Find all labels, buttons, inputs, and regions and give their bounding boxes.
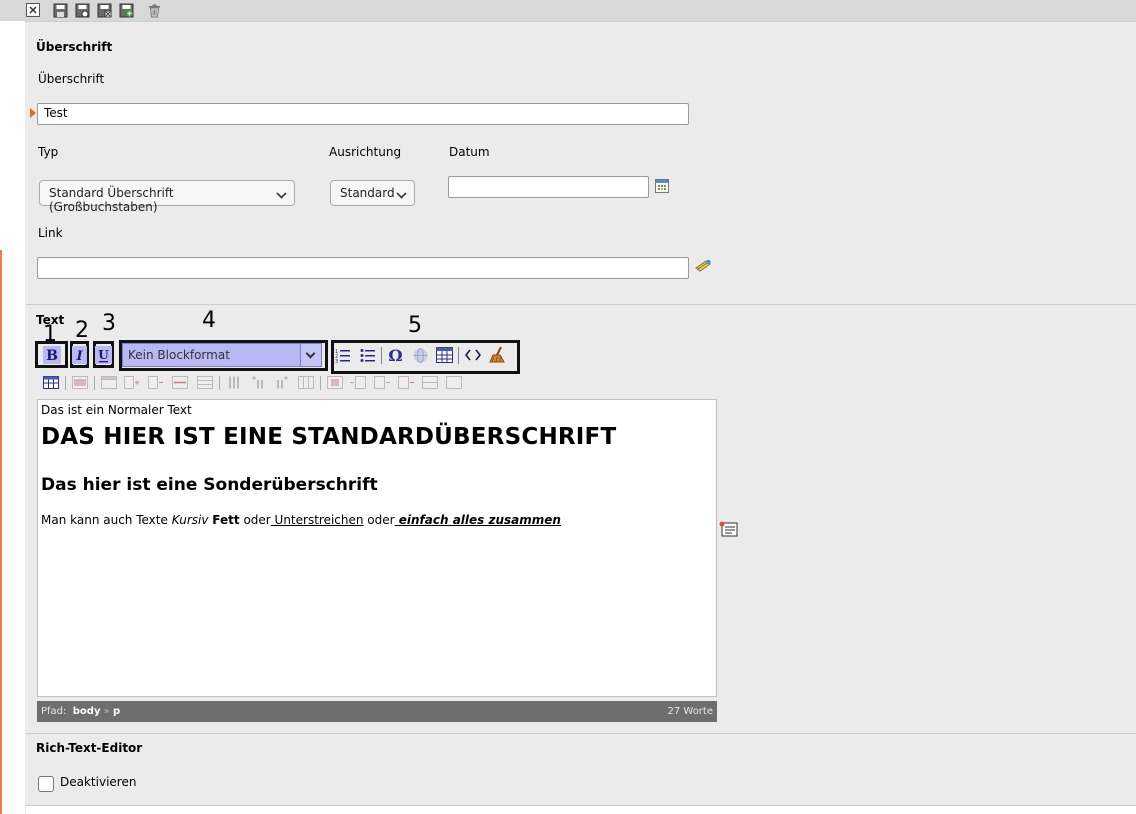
save-icon[interactable] (53, 3, 68, 18)
section-divider (26, 304, 1136, 305)
chevron-down-icon (276, 188, 287, 199)
save-view-icon[interactable] (75, 3, 90, 18)
toolbar-separator (320, 376, 321, 390)
svg-text:3: 3 (335, 359, 338, 363)
editor-text-italic: Kursiv (171, 513, 209, 527)
editor-text-bold: Fett (212, 513, 240, 527)
editor-heading-standard: DAS HIER IST EINE STANDARDÜBERSCHRIFT (41, 424, 617, 450)
link-label: Link (38, 226, 63, 240)
cell-split-icon[interactable] (446, 376, 462, 389)
left-strip (0, 21, 25, 814)
special-character-icon[interactable]: Ω (387, 346, 404, 364)
date-input[interactable] (448, 176, 649, 198)
row-split-icon[interactable] (197, 376, 213, 389)
alignment-select-value: Standard (340, 186, 395, 200)
toolbar-separator (381, 347, 382, 364)
rte-section-title: Rich-Text-Editor (36, 741, 143, 755)
toolbar-separator (65, 376, 66, 390)
editor-statusbar: Pfad: body » p 27 Worte (37, 701, 717, 722)
column-insert-after-icon[interactable] (274, 376, 290, 389)
type-select-value: Standard Überschrift (Großbuchstaben) (49, 186, 174, 214)
column-insert-before-icon[interactable] (250, 376, 266, 389)
editor-text-all-styles: einfach alles zusammen (394, 513, 561, 527)
table-row-properties-icon[interactable] (72, 376, 88, 389)
insert-link-icon[interactable] (412, 347, 429, 364)
type-select[interactable]: Standard Überschrift (Großbuchstaben) (39, 180, 295, 214)
word-count: 27 Worte (667, 706, 713, 717)
close-icon[interactable] (26, 3, 41, 18)
cell-delete-icon[interactable] (398, 376, 414, 389)
editor-text-or: oder (239, 513, 271, 527)
table-properties-icon[interactable] (43, 376, 59, 389)
path-p[interactable]: p (113, 706, 120, 717)
rich-text-editor-area[interactable]: Das ist ein Normaler Text DAS HIER IST E… (37, 399, 717, 697)
cell-insert-before-icon[interactable] (350, 376, 366, 389)
cell-merge-icon[interactable] (422, 376, 438, 389)
save-close-icon[interactable] (97, 3, 112, 18)
italic-button[interactable]: I (72, 346, 87, 364)
editor-text-plain: Man kann auch Texte (41, 513, 172, 527)
calendar-icon[interactable] (655, 179, 669, 193)
svg-text:B: B (46, 348, 58, 364)
type-label: Typ (38, 145, 59, 159)
ordered-list-icon[interactable]: 123 (335, 347, 351, 363)
link-wizard-icon[interactable] (695, 259, 712, 273)
toolbar-separator (458, 347, 459, 364)
disable-rte-label[interactable]: Deaktivieren (60, 775, 136, 789)
alignment-select[interactable]: Standard (330, 180, 415, 206)
bottom-margin (26, 806, 1136, 814)
column-delete-icon[interactable] (298, 376, 314, 389)
editor-paragraph-normal: Das ist ein Normaler Text (41, 403, 192, 417)
editor-text-or: oder (363, 513, 395, 527)
column-properties-icon[interactable] (226, 376, 242, 389)
heading-input[interactable]: Test (37, 103, 689, 125)
top-toolbar (0, 0, 1136, 21)
source-code-icon[interactable] (465, 348, 481, 362)
cell-insert-after-icon[interactable] (374, 376, 390, 389)
blockformat-value: Kein Blockformat (128, 348, 230, 362)
save-new-icon[interactable] (119, 3, 134, 18)
editor-heading-special: Das hier ist eine Sonderüberschrift (41, 475, 378, 495)
annotation-number-4: 4 (202, 308, 216, 333)
svg-text:U: U (98, 348, 109, 362)
date-label: Datum (449, 145, 490, 159)
trash-icon[interactable] (147, 3, 162, 18)
row-merge-icon[interactable] (148, 376, 164, 389)
chevron-down-icon (396, 188, 407, 199)
annotation-number-2: 2 (75, 318, 89, 343)
alignment-label: Ausrichtung (329, 145, 402, 159)
required-marker-icon (30, 108, 36, 118)
row-insert-above-icon[interactable] (101, 376, 117, 389)
annotation-number-3: 3 (102, 311, 116, 336)
path-body[interactable]: body (73, 706, 101, 717)
editor-paragraph-formatted: Man kann auch Texte Kursiv Fett oder Unt… (41, 513, 561, 527)
annotation-number-5: 5 (408, 313, 422, 338)
disable-rte-checkbox[interactable] (38, 776, 54, 792)
clean-format-broom-icon[interactable] (489, 346, 507, 364)
section-divider (26, 733, 1136, 734)
bold-button[interactable]: B (42, 345, 62, 365)
cell-properties-icon[interactable] (327, 376, 343, 389)
heading-field-label: Überschrift (38, 72, 105, 86)
chevron-down-icon (305, 348, 316, 359)
row-delete-icon[interactable] (172, 376, 188, 389)
edit-note-icon[interactable] (719, 521, 738, 537)
path-label: Pfad: (41, 706, 67, 717)
editor-text-underline: Unterstreichen (270, 513, 364, 527)
unordered-list-icon[interactable] (360, 347, 376, 363)
svg-text:I: I (75, 349, 83, 364)
path-separator: » (103, 706, 110, 717)
link-input[interactable] (37, 257, 689, 279)
blockformat-select[interactable]: Kein Blockformat (122, 343, 322, 367)
underline-button[interactable]: U (95, 346, 112, 364)
left-accent-bar (0, 250, 2, 814)
toolbar-separator (94, 376, 95, 390)
row-insert-below-icon[interactable] (124, 376, 140, 389)
heading-section-title: Überschrift (36, 40, 113, 54)
toolbar-separator (219, 376, 220, 390)
insert-table-icon[interactable] (436, 347, 453, 363)
svg-text:Ω: Ω (388, 346, 402, 364)
